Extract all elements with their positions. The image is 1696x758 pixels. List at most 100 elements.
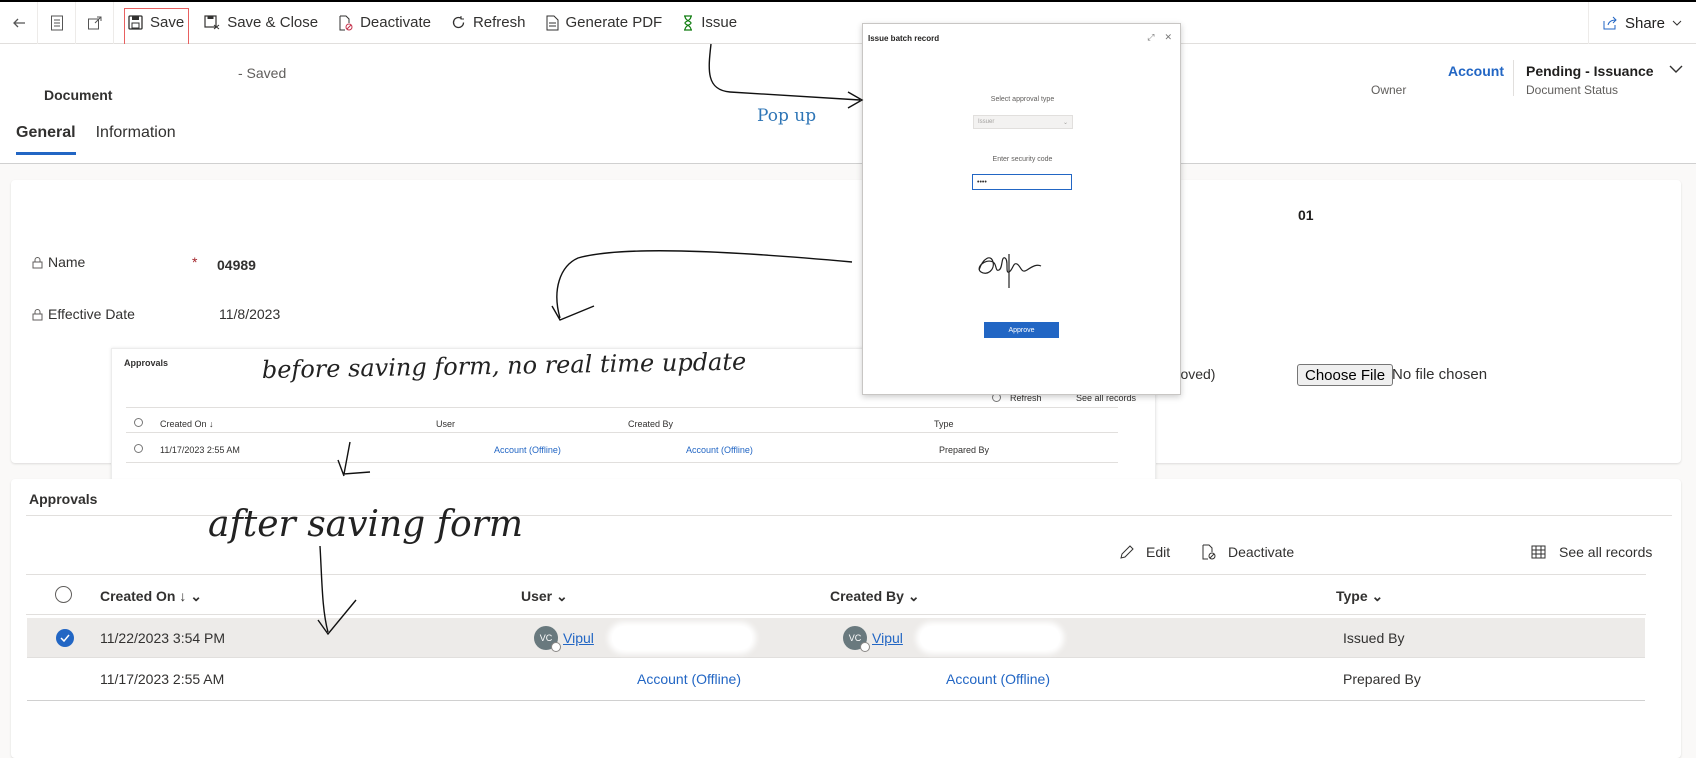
- deactivate-icon: [339, 15, 353, 30]
- row-user-name[interactable]: Vipul: [563, 630, 594, 646]
- document-status-label: Document Status: [1526, 83, 1619, 97]
- table-row[interactable]: 11/22/2023 3:54 PM VC Vipul VC Vipul Iss…: [27, 618, 1645, 658]
- inset-divider: [126, 407, 1118, 408]
- inset-divider: [126, 432, 1118, 433]
- refresh-button[interactable]: Refresh: [441, 2, 536, 44]
- owner-link[interactable]: Account: [1448, 63, 1504, 79]
- save-close-label: Save & Close: [227, 14, 319, 31]
- deactivate-icon: [1202, 544, 1216, 560]
- refresh-label: Refresh: [472, 14, 526, 31]
- pencil-icon: [1120, 544, 1134, 559]
- name-label-text: Name: [48, 254, 86, 270]
- col-created-on-label: Created On ↓: [100, 588, 187, 604]
- deactivate-label: Deactivate: [360, 14, 431, 31]
- lock-icon: [32, 308, 43, 320]
- inset-row-created-on: 11/17/2023 2:55 AM: [160, 445, 240, 455]
- subgrid-deactivate-button[interactable]: Deactivate: [1201, 544, 1294, 560]
- chevron-down-icon: ⌄: [190, 588, 202, 604]
- pdf-document-icon: [546, 15, 558, 30]
- see-all-records-label: See all records: [1559, 544, 1653, 560]
- save-close-button[interactable]: Save & Close: [194, 2, 328, 44]
- back-arrow-icon: [12, 18, 25, 27]
- approval-type-value: Issuer: [978, 119, 995, 125]
- col-created-on[interactable]: Created On ↓ ⌄: [100, 588, 202, 605]
- col-type-label: Type: [1336, 588, 1368, 604]
- issue-label: Issue: [701, 14, 738, 31]
- redaction-mask: [920, 626, 1060, 650]
- inset-col-type[interactable]: Type: [934, 419, 954, 429]
- share-label: Share: [1624, 14, 1665, 32]
- col-user[interactable]: User ⌄: [521, 588, 568, 605]
- name-value[interactable]: 04989: [217, 257, 256, 273]
- security-code-input[interactable]: ••••: [972, 174, 1072, 190]
- approve-button[interactable]: Approve: [984, 322, 1059, 338]
- edit-button[interactable]: Edit: [1119, 544, 1170, 560]
- row-user-link[interactable]: Vipul: [563, 630, 594, 646]
- see-all-records-button[interactable]: See all records: [1531, 544, 1652, 560]
- presence-badge: [551, 642, 561, 652]
- open-in-new-icon: [87, 16, 101, 29]
- issue-button[interactable]: Issue: [672, 2, 747, 44]
- deactivate-button[interactable]: Deactivate: [328, 2, 441, 44]
- inset-select-all-radio[interactable]: [134, 418, 143, 427]
- inset-divider: [126, 462, 1118, 463]
- grid-header-row: Created On ↓ ⌄ User ⌄ Created By ⌄ Type …: [26, 574, 1646, 615]
- col-created-by[interactable]: Created By ⌄: [830, 588, 920, 605]
- effective-date-value[interactable]: 11/8/2023: [219, 306, 280, 322]
- header-expand-chevron-icon[interactable]: [1668, 64, 1684, 74]
- document-icon: [50, 15, 63, 30]
- approvals-divider: [26, 515, 1672, 516]
- field-value-01: 01: [1298, 207, 1314, 223]
- generate-pdf-button[interactable]: Generate PDF: [536, 2, 673, 44]
- form-tabs: General Information: [16, 124, 176, 155]
- chevron-down-icon: ⌄: [1371, 588, 1384, 604]
- inset-col-created-by[interactable]: Created By: [628, 419, 673, 429]
- col-user-label: User: [521, 588, 553, 604]
- created-by-avatar: VC: [843, 626, 870, 652]
- tab-general[interactable]: General: [16, 124, 76, 155]
- close-icon[interactable]: ✕: [1164, 32, 1172, 43]
- redaction-mask: [612, 626, 752, 650]
- share-button[interactable]: Share: [1587, 2, 1696, 44]
- open-new-window-button[interactable]: [76, 1, 114, 44]
- row-created-on: 11/17/2023 2:55 AM: [100, 671, 225, 687]
- row-created-by-link[interactable]: Account (Offline): [946, 671, 1050, 687]
- inset-row-user[interactable]: Account (Offline): [494, 445, 561, 455]
- approval-type-select[interactable]: Issuer ⌄: [973, 115, 1073, 129]
- issue-batch-record-dialog: Issue batch record ⤢ ✕ Select approval t…: [862, 23, 1181, 395]
- row-created-by-name[interactable]: Vipul: [872, 630, 903, 646]
- no-file-chosen-text: No file chosen: [1392, 366, 1488, 383]
- lock-icon: [32, 256, 43, 268]
- inset-col-created-on[interactable]: Created On ↓: [160, 419, 214, 429]
- inset-row-radio[interactable]: [134, 444, 143, 453]
- dialog-controls: ⤢ ✕: [1147, 32, 1172, 43]
- row-user-link[interactable]: Account (Offline): [637, 671, 741, 687]
- hourglass-icon: [684, 14, 693, 31]
- chevron-down-icon: ⌄: [907, 588, 920, 604]
- saved-status: - Saved: [238, 65, 287, 81]
- select-chevron-icon: ⌄: [1062, 119, 1068, 126]
- grid-table-icon: [1531, 545, 1546, 559]
- inset-row-created-by[interactable]: Account (Offline): [686, 445, 753, 455]
- header-divider: [1513, 60, 1514, 96]
- tab-information[interactable]: Information: [96, 124, 176, 155]
- row-created-by-link[interactable]: Vipul: [872, 630, 903, 646]
- row-checked-icon[interactable]: [56, 629, 74, 647]
- choose-file-button[interactable]: Choose File: [1297, 364, 1394, 386]
- name-field-label: Name: [32, 254, 85, 270]
- inset-approvals-title: Approvals: [124, 358, 169, 368]
- back-button[interactable]: [0, 1, 38, 44]
- effective-date-label: Effective Date: [32, 306, 135, 322]
- row-created-on: 11/22/2023 3:54 PM: [100, 630, 226, 646]
- form-header: - Saved Document Account Owner Pending -…: [0, 44, 1696, 164]
- expand-icon[interactable]: ⤢: [1147, 32, 1154, 43]
- row-type: Prepared By: [1343, 671, 1421, 687]
- table-row[interactable]: 11/17/2023 2:55 AM Account (Offline) Acc…: [27, 659, 1645, 701]
- owner-label: Owner: [1371, 83, 1407, 97]
- security-code-label: Enter security code: [992, 156, 1053, 163]
- form-view-button[interactable]: [38, 1, 76, 44]
- inset-col-user[interactable]: User: [436, 419, 455, 429]
- select-all-checkbox[interactable]: [55, 586, 72, 603]
- row-type: Issued By: [1343, 630, 1405, 646]
- col-type[interactable]: Type ⌄: [1336, 588, 1383, 605]
